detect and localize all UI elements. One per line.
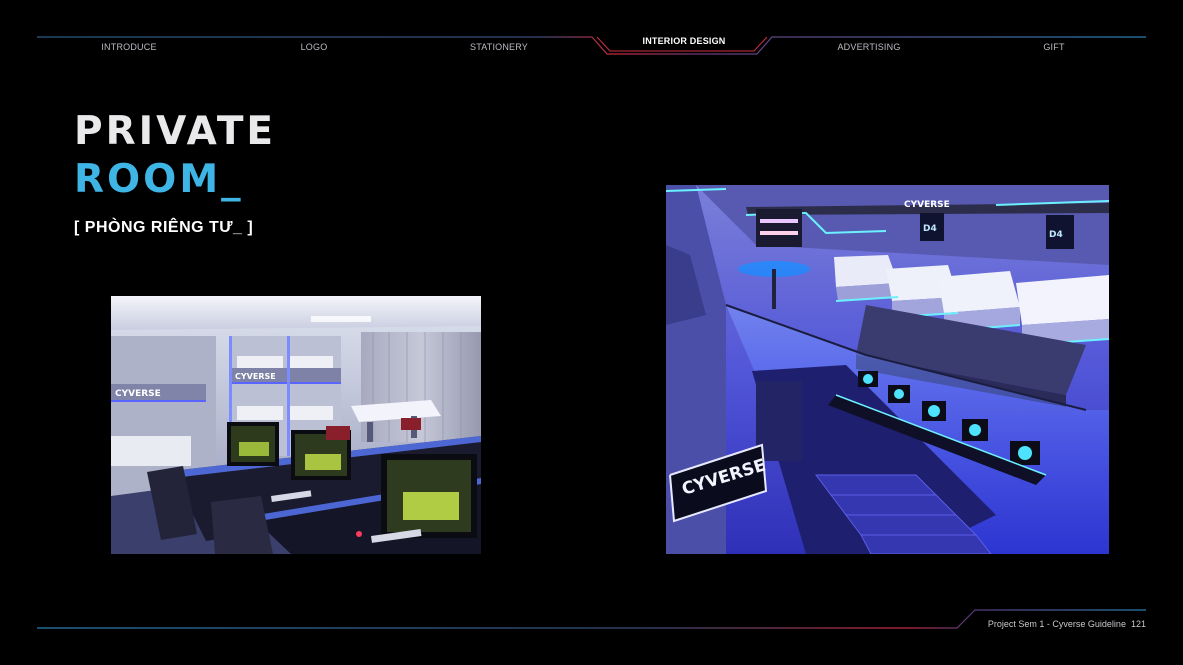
svg-text:D4: D4 — [1049, 230, 1063, 240]
footer-project: Project Sem 1 - Cyverse Guideline — [987, 619, 1126, 629]
svg-text:CYVERSE: CYVERSE — [235, 372, 276, 381]
footer-caption: Project Sem 1 - Cyverse Guideline 121 — [988, 619, 1146, 629]
top-navigation: INTRODUCE LOGO STATIONERY INTERIOR DESIG… — [37, 36, 1146, 58]
nav-item-introduce[interactable]: INTRODUCE — [101, 42, 156, 52]
nav-item-logo[interactable]: LOGO — [301, 42, 328, 52]
page-subtitle: [ PHÒNG RIÊNG TƯ_ ] — [74, 219, 254, 236]
footer-frame — [37, 609, 1146, 629]
nav-item-interior-design[interactable]: INTERIOR DESIGN — [642, 36, 725, 46]
room-label: D4 — [923, 224, 937, 234]
title-cursor: _ — [221, 157, 244, 202]
nav-item-gift[interactable]: GIFT — [1043, 42, 1064, 52]
private-room-render-right: CYVERSE D4 D4 CYVERSE — [666, 185, 1109, 554]
top-wall-sign: CYVERSE — [904, 200, 950, 210]
nav-item-advertising[interactable]: ADVERTISING — [837, 42, 900, 52]
page-number: 121 — [1130, 619, 1146, 629]
nav-item-stationery[interactable]: STATIONERY — [470, 42, 528, 52]
private-room-render-left: CYVERSE CYVERSE — [111, 296, 481, 554]
page-title-line1: PRIVATE — [74, 109, 277, 154]
left-bunk-sign: CYVERSE — [115, 389, 161, 399]
page-title-line2-text: ROOM — [74, 157, 222, 202]
page-title-line2: ROOM_ — [74, 160, 244, 199]
nav-frame — [37, 36, 1146, 55]
